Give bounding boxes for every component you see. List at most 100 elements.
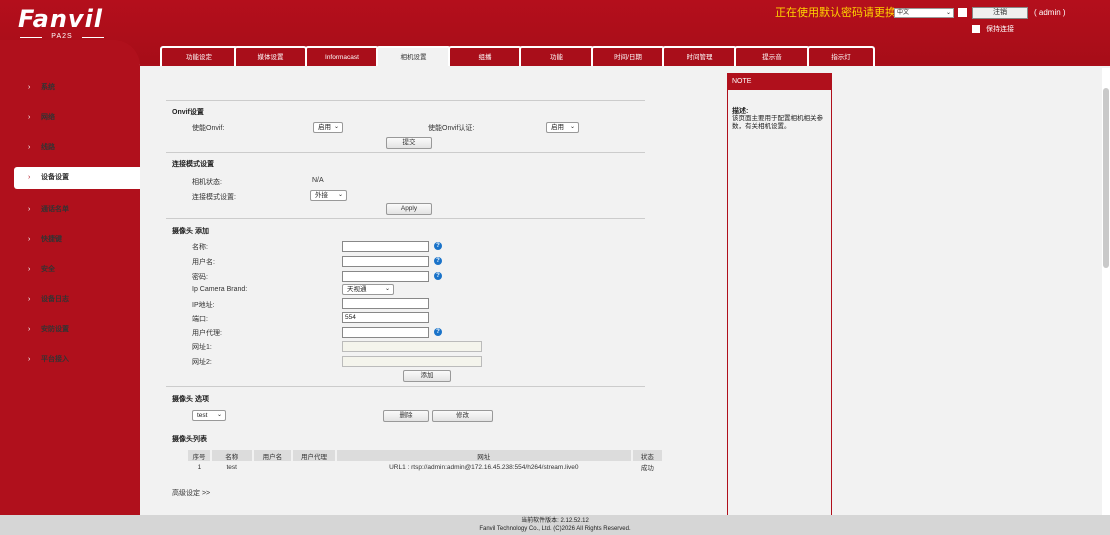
tab-function[interactable]: 功能 <box>519 46 594 66</box>
camera-username-input[interactable] <box>342 256 429 267</box>
chevron-right-icon: › <box>28 84 31 91</box>
camera-ip-input[interactable] <box>342 298 429 309</box>
camera-password-input[interactable] <box>342 271 429 282</box>
chevron-right-icon: › <box>28 114 31 121</box>
tab-bar: 功能设定 媒体设置 Informacast 相机设置 组播 功能 时间/日期 时… <box>148 46 1110 66</box>
sidebar-item-device-log[interactable]: › 设备日志 <box>0 289 140 311</box>
help-icon[interactable]: ? <box>434 328 442 336</box>
tab-time-management[interactable]: 时间管理 <box>662 46 737 66</box>
chevron-down-icon: ⌄ <box>216 412 222 418</box>
camera-agent-input[interactable] <box>342 327 429 338</box>
section-title-connection: 连接模式设置 <box>172 161 214 168</box>
camera-url1-label: 网址1: <box>192 344 212 351</box>
firmware-version: 当前软件版本: 2.12.52.12 <box>521 518 589 524</box>
camera-status-value: N/A <box>312 177 324 184</box>
camera-option-value: test <box>197 412 208 419</box>
camera-username-label: 用户名: <box>192 259 215 266</box>
section-title-camera-list: 摄像头列表 <box>172 436 207 443</box>
logo-model: PA2S <box>18 33 106 40</box>
sidebar-item-security-settings[interactable]: › 安防设置 <box>0 319 140 341</box>
table-cell <box>292 461 336 473</box>
divider <box>166 100 645 101</box>
divider <box>166 152 645 153</box>
camera-port-input[interactable]: 554 <box>342 312 429 323</box>
footer: 当前软件版本: 2.12.52.12 Fanvil Technology Co.… <box>0 515 1110 535</box>
section-title-camera-options: 摄像头 选项 <box>172 396 209 403</box>
sidebar-item-network[interactable]: › 网络 <box>0 107 140 129</box>
camera-name-label: 名称: <box>192 244 208 251</box>
logout-button[interactable]: 注销 <box>972 7 1028 19</box>
sidebar-item-device-settings[interactable]: › 设备设置 <box>14 167 140 189</box>
chevron-right-icon: › <box>28 266 31 273</box>
camera-url1-input[interactable] <box>342 341 482 352</box>
tab-time-date[interactable]: 时间/日期 <box>591 46 665 66</box>
header-checkbox[interactable] <box>958 8 967 17</box>
camera-option-select[interactable]: test ⌄ <box>192 410 226 421</box>
camera-brand-label: Ip Camera Brand: <box>192 286 248 293</box>
table-header: 状态 <box>631 450 665 461</box>
sidebar-item-shortcut[interactable]: › 快捷键 <box>0 229 140 251</box>
camera-settings-panel: Onvif设置 使能Onvif: 启用 ⌄ 使能Onvif认证: 启用 ⌄ 提交 连… <box>146 72 721 520</box>
onvif-submit-button[interactable]: 提交 <box>386 137 432 149</box>
tab-feature-settings[interactable]: 功能设定 <box>160 46 238 66</box>
sidebar-item-label: 通话名单 <box>41 206 69 213</box>
delete-camera-button[interactable]: 删除 <box>383 410 429 422</box>
edit-camera-button[interactable]: 修改 <box>432 410 493 422</box>
chevron-down-icon: ⌄ <box>337 192 343 198</box>
table-row[interactable]: 1 test URL1 : rtsp://admin:admin@172.16.… <box>188 461 663 473</box>
enable-onvif-auth-value: 启用 <box>551 124 564 131</box>
camera-name-input[interactable] <box>342 241 429 252</box>
tab-multicast[interactable]: 组播 <box>448 46 522 66</box>
enable-onvif-value: 启用 <box>318 124 331 131</box>
enable-onvif-select[interactable]: 启用 ⌄ <box>313 122 343 133</box>
chevron-right-icon: › <box>28 356 31 363</box>
keep-login-label: 保持连接 <box>986 26 1014 33</box>
sidebar-item-security[interactable]: › 安全 <box>0 259 140 281</box>
sidebar-item-label: 线路 <box>41 144 55 151</box>
advanced-settings-link[interactable]: 高级设定 >> <box>172 488 210 498</box>
table-cell: test <box>226 463 237 471</box>
tab-informacast[interactable]: Informacast <box>305 46 379 66</box>
language-select[interactable]: 中文 ⌄ <box>894 8 954 18</box>
sidebar-item-label: 设备设置 <box>41 174 69 181</box>
sidebar-item-platform[interactable]: › 平台接入 <box>0 349 140 371</box>
sidebar-item-label: 快捷键 <box>41 236 62 243</box>
sidebar: › 系统 › 网络 › 线路 › 设备设置 › 通话名单 › 快捷键 › 安全 › 设备日志 ›… <box>0 40 140 515</box>
scrollbar-thumb[interactable] <box>1103 88 1109 268</box>
keep-login-checkbox[interactable] <box>972 25 980 33</box>
enable-onvif-auth-label: 使能Onvif认证: <box>428 125 475 132</box>
help-icon[interactable]: ? <box>434 242 442 250</box>
table-header: 名称 <box>210 450 254 461</box>
connection-mode-value: 外接 <box>315 192 328 199</box>
tab-camera-settings[interactable]: 相机设置 <box>376 46 451 66</box>
sidebar-item-call-list[interactable]: › 通话名单 <box>0 199 140 221</box>
connection-mode-select[interactable]: 外接 ⌄ <box>310 190 347 201</box>
camera-port-label: 端口: <box>192 316 208 323</box>
sidebar-item-line[interactable]: › 线路 <box>0 137 140 159</box>
language-value: 中文 <box>897 10 910 16</box>
help-icon[interactable]: ? <box>434 257 442 265</box>
apply-button[interactable]: Apply <box>386 203 432 215</box>
camera-url2-input[interactable] <box>342 356 482 367</box>
chevron-right-icon: › <box>28 296 31 303</box>
add-camera-button[interactable]: 添加 <box>403 370 451 382</box>
sidebar-item-system[interactable]: › 系统 <box>0 77 140 99</box>
enable-onvif-auth-select[interactable]: 启用 ⌄ <box>546 122 579 133</box>
sidebar-item-label: 设备日志 <box>41 296 69 303</box>
sidebar-item-label: 网络 <box>41 114 55 121</box>
tab-prompt-tone[interactable]: 提示音 <box>734 46 810 66</box>
sidebar-item-label: 平台接入 <box>41 356 69 363</box>
chevron-right-icon: › <box>28 236 31 243</box>
tab-indicator[interactable]: 指示灯 <box>807 46 875 66</box>
tab-media-settings[interactable]: 媒体设置 <box>234 46 307 66</box>
camera-ip-label: IP地址: <box>192 302 215 309</box>
note-description: 该页面主要用于配置相机相关参数，有关相机设置。 <box>732 115 823 130</box>
camera-agent-label: 用户代理: <box>192 330 222 337</box>
section-title-camera-add: 摄像头 添加 <box>172 228 209 235</box>
copyright: Fanvil Technology Co., Ltd. (C)2026 All … <box>479 526 631 532</box>
divider <box>166 386 645 387</box>
enable-onvif-label: 使能Onvif: <box>192 125 225 132</box>
note-panel: NOTE 描述: 该页面主要用于配置相机相关参数，有关相机设置。 <box>727 73 832 519</box>
help-icon[interactable]: ? <box>434 272 442 280</box>
camera-brand-select[interactable]: 天视通 ⌄ <box>342 284 394 295</box>
